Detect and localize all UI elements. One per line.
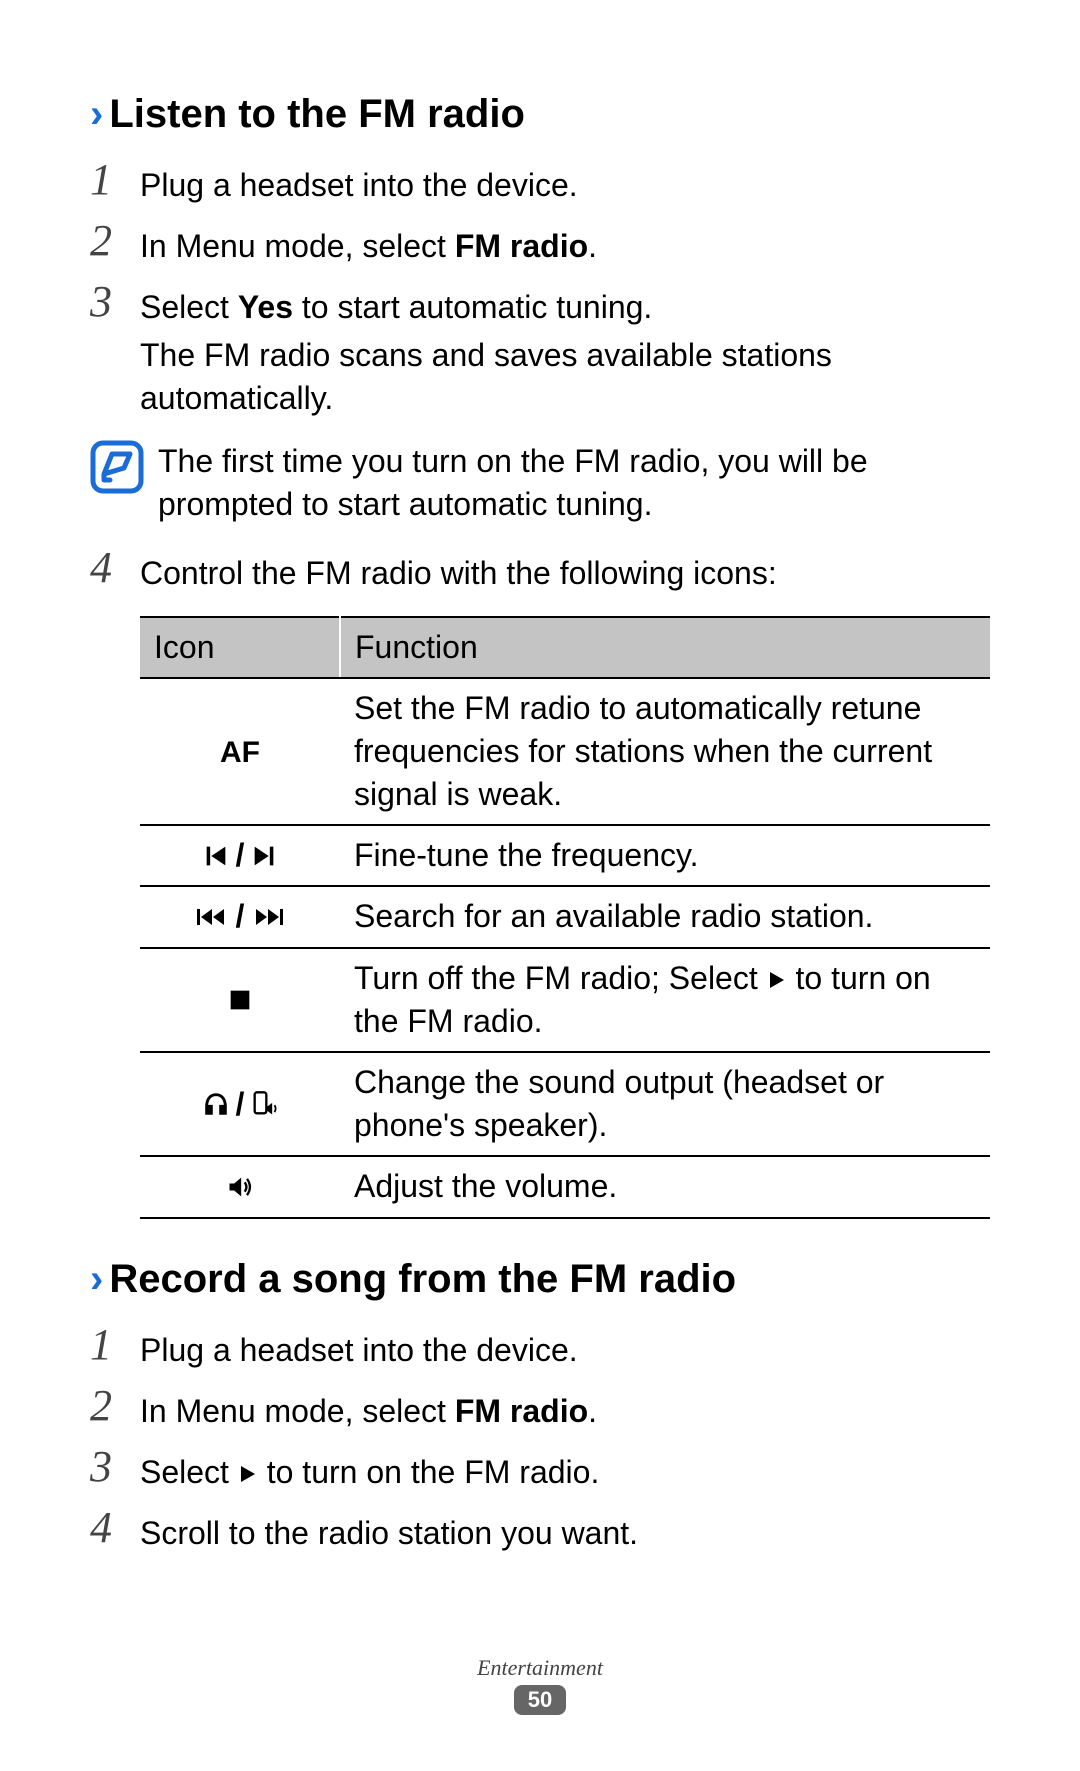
step-number: 4 [90, 546, 140, 590]
step-prefix: In Menu mode, select [140, 1393, 455, 1429]
step-bold: FM radio [455, 1393, 588, 1429]
icon-cell-prev-next: / [140, 825, 340, 886]
step-prefix: Select [140, 289, 238, 325]
step-prefix: Select [140, 1454, 238, 1490]
step-number: 3 [90, 280, 140, 324]
step-text: Scroll to the radio station you want. [140, 1506, 638, 1555]
step-bold: FM radio [455, 228, 588, 264]
footer-category: Entertainment [0, 1655, 1080, 1681]
note-text: The first time you turn on the FM radio,… [158, 440, 990, 526]
slash-separator: / [236, 895, 245, 938]
step-number: 2 [90, 1384, 140, 1428]
step-suffix: . [588, 1393, 597, 1429]
icon-cell-volume [140, 1156, 340, 1217]
chevron-icon: › [90, 94, 103, 134]
slash-separator: / [236, 1083, 245, 1126]
fast-forward-icon [250, 903, 286, 931]
table-header-icon: Icon [140, 617, 340, 678]
step-item: 4 Scroll to the radio station you want. [90, 1506, 990, 1555]
step-number: 2 [90, 219, 140, 263]
icon-cell-stop [140, 948, 340, 1052]
step-number: 3 [90, 1445, 140, 1489]
function-prefix: Turn off the FM radio; Select [354, 960, 767, 996]
step-suffix: to turn on the FM radio. [258, 1454, 600, 1490]
next-track-icon [250, 842, 278, 870]
chevron-icon: › [90, 1259, 103, 1299]
table-row: / Fine-tune the frequency. [140, 825, 990, 886]
page-number-badge: 50 [514, 1685, 566, 1715]
function-cell: Fine-tune the frequency. [340, 825, 990, 886]
icon-function-table: Icon Function AF Set the FM radio to aut… [140, 616, 990, 1219]
function-cell: Search for an available radio station. [340, 886, 990, 947]
step-text: Plug a headset into the device. [140, 158, 578, 207]
step-text: Control the FM radio with the following … [140, 546, 777, 595]
table-row: / Change the sound output (headset or ph… [140, 1052, 990, 1156]
step-item: 1 Plug a headset into the device. [90, 1323, 990, 1372]
step-number: 4 [90, 1506, 140, 1550]
step-item: 2 In Menu mode, select FM radio. [90, 1384, 990, 1433]
step-suffix: to start automatic tuning. [293, 289, 652, 325]
icon-cell-af: AF [140, 678, 340, 826]
function-cell: Adjust the volume. [340, 1156, 990, 1217]
page-footer: Entertainment 50 [0, 1655, 1080, 1715]
note-icon [90, 440, 144, 494]
step-text: Plug a headset into the device. [140, 1323, 578, 1372]
step-prefix: In Menu mode, select [140, 228, 455, 264]
table-row: Turn off the FM radio; Select to turn on… [140, 948, 990, 1052]
step-text: Select Yes to start automatic tuning. Th… [140, 280, 990, 420]
phone-speaker-icon [250, 1090, 278, 1118]
steps-list-1b: 4 Control the FM radio with the followin… [90, 546, 990, 595]
step-item: 1 Plug a headset into the device. [90, 158, 990, 207]
rewind-icon [194, 903, 230, 931]
section-heading-record: › Record a song from the FM radio [90, 1255, 990, 1303]
note-box: The first time you turn on the FM radio,… [90, 440, 990, 526]
icon-cell-output: / [140, 1052, 340, 1156]
function-cell: Turn off the FM radio; Select to turn on… [340, 948, 990, 1052]
table-row: AF Set the FM radio to automatically ret… [140, 678, 990, 826]
step-text: Select to turn on the FM radio. [140, 1445, 599, 1494]
prev-track-icon [202, 842, 230, 870]
icon-cell-rewind-forward: / [140, 886, 340, 947]
function-cell: Set the FM radio to automatically retune… [340, 678, 990, 826]
play-icon [238, 1464, 258, 1484]
step-subtext: The FM radio scans and saves available s… [140, 334, 990, 420]
step-number: 1 [90, 158, 140, 202]
step-bold: Yes [238, 289, 293, 325]
step-text: In Menu mode, select FM radio. [140, 1384, 597, 1433]
steps-list-2: 1 Plug a headset into the device. 2 In M… [90, 1323, 990, 1556]
headphones-icon [202, 1090, 230, 1118]
step-item: 3 Select to turn on the FM radio. [90, 1445, 990, 1494]
play-icon [767, 970, 787, 990]
stop-icon [226, 986, 254, 1014]
table-row: / Search for an available radio station. [140, 886, 990, 947]
step-number: 1 [90, 1323, 140, 1367]
step-item: 3 Select Yes to start automatic tuning. … [90, 280, 990, 420]
step-item: 2 In Menu mode, select FM radio. [90, 219, 990, 268]
step-text: In Menu mode, select FM radio. [140, 219, 597, 268]
step-item: 4 Control the FM radio with the followin… [90, 546, 990, 595]
table-row: Adjust the volume. [140, 1156, 990, 1217]
af-label: AF [220, 736, 260, 769]
slash-separator: / [236, 834, 245, 877]
function-cell: Change the sound output (headset or phon… [340, 1052, 990, 1156]
volume-icon [226, 1173, 254, 1201]
step-suffix: . [588, 228, 597, 264]
steps-list-1: 1 Plug a headset into the device. 2 In M… [90, 158, 990, 420]
section-title: Record a song from the FM radio [109, 1255, 736, 1303]
section-title: Listen to the FM radio [109, 90, 525, 138]
table-header-row: Icon Function [140, 617, 990, 678]
section-heading-listen: › Listen to the FM radio [90, 90, 990, 138]
table-header-function: Function [340, 617, 990, 678]
